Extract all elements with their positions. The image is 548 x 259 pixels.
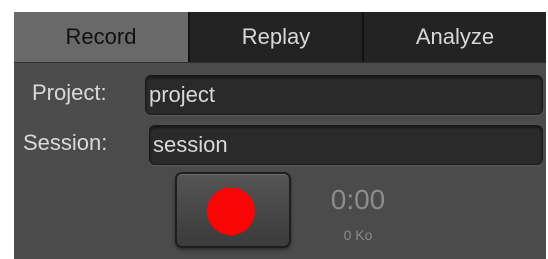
- record-circle-icon: [207, 187, 255, 235]
- project-field[interactable]: project: [145, 75, 543, 115]
- data-size: 0 Ko: [343, 227, 373, 243]
- recorder-panel: Record Replay Analyze Project: project S…: [14, 12, 546, 259]
- session-label: Session:: [23, 130, 108, 155]
- project-label: Project:: [32, 80, 107, 105]
- project-row: Project: project: [14, 72, 546, 118]
- session-row: Session: session: [14, 122, 546, 168]
- record-button[interactable]: [175, 172, 291, 248]
- tab-analyze[interactable]: Analyze: [362, 12, 546, 62]
- tab-replay[interactable]: Replay: [188, 12, 362, 62]
- tab-record[interactable]: Record: [14, 12, 188, 62]
- elapsed-time: 0:00: [330, 184, 386, 215]
- session-field[interactable]: session: [149, 125, 543, 165]
- tab-bar: Record Replay Analyze: [14, 12, 546, 63]
